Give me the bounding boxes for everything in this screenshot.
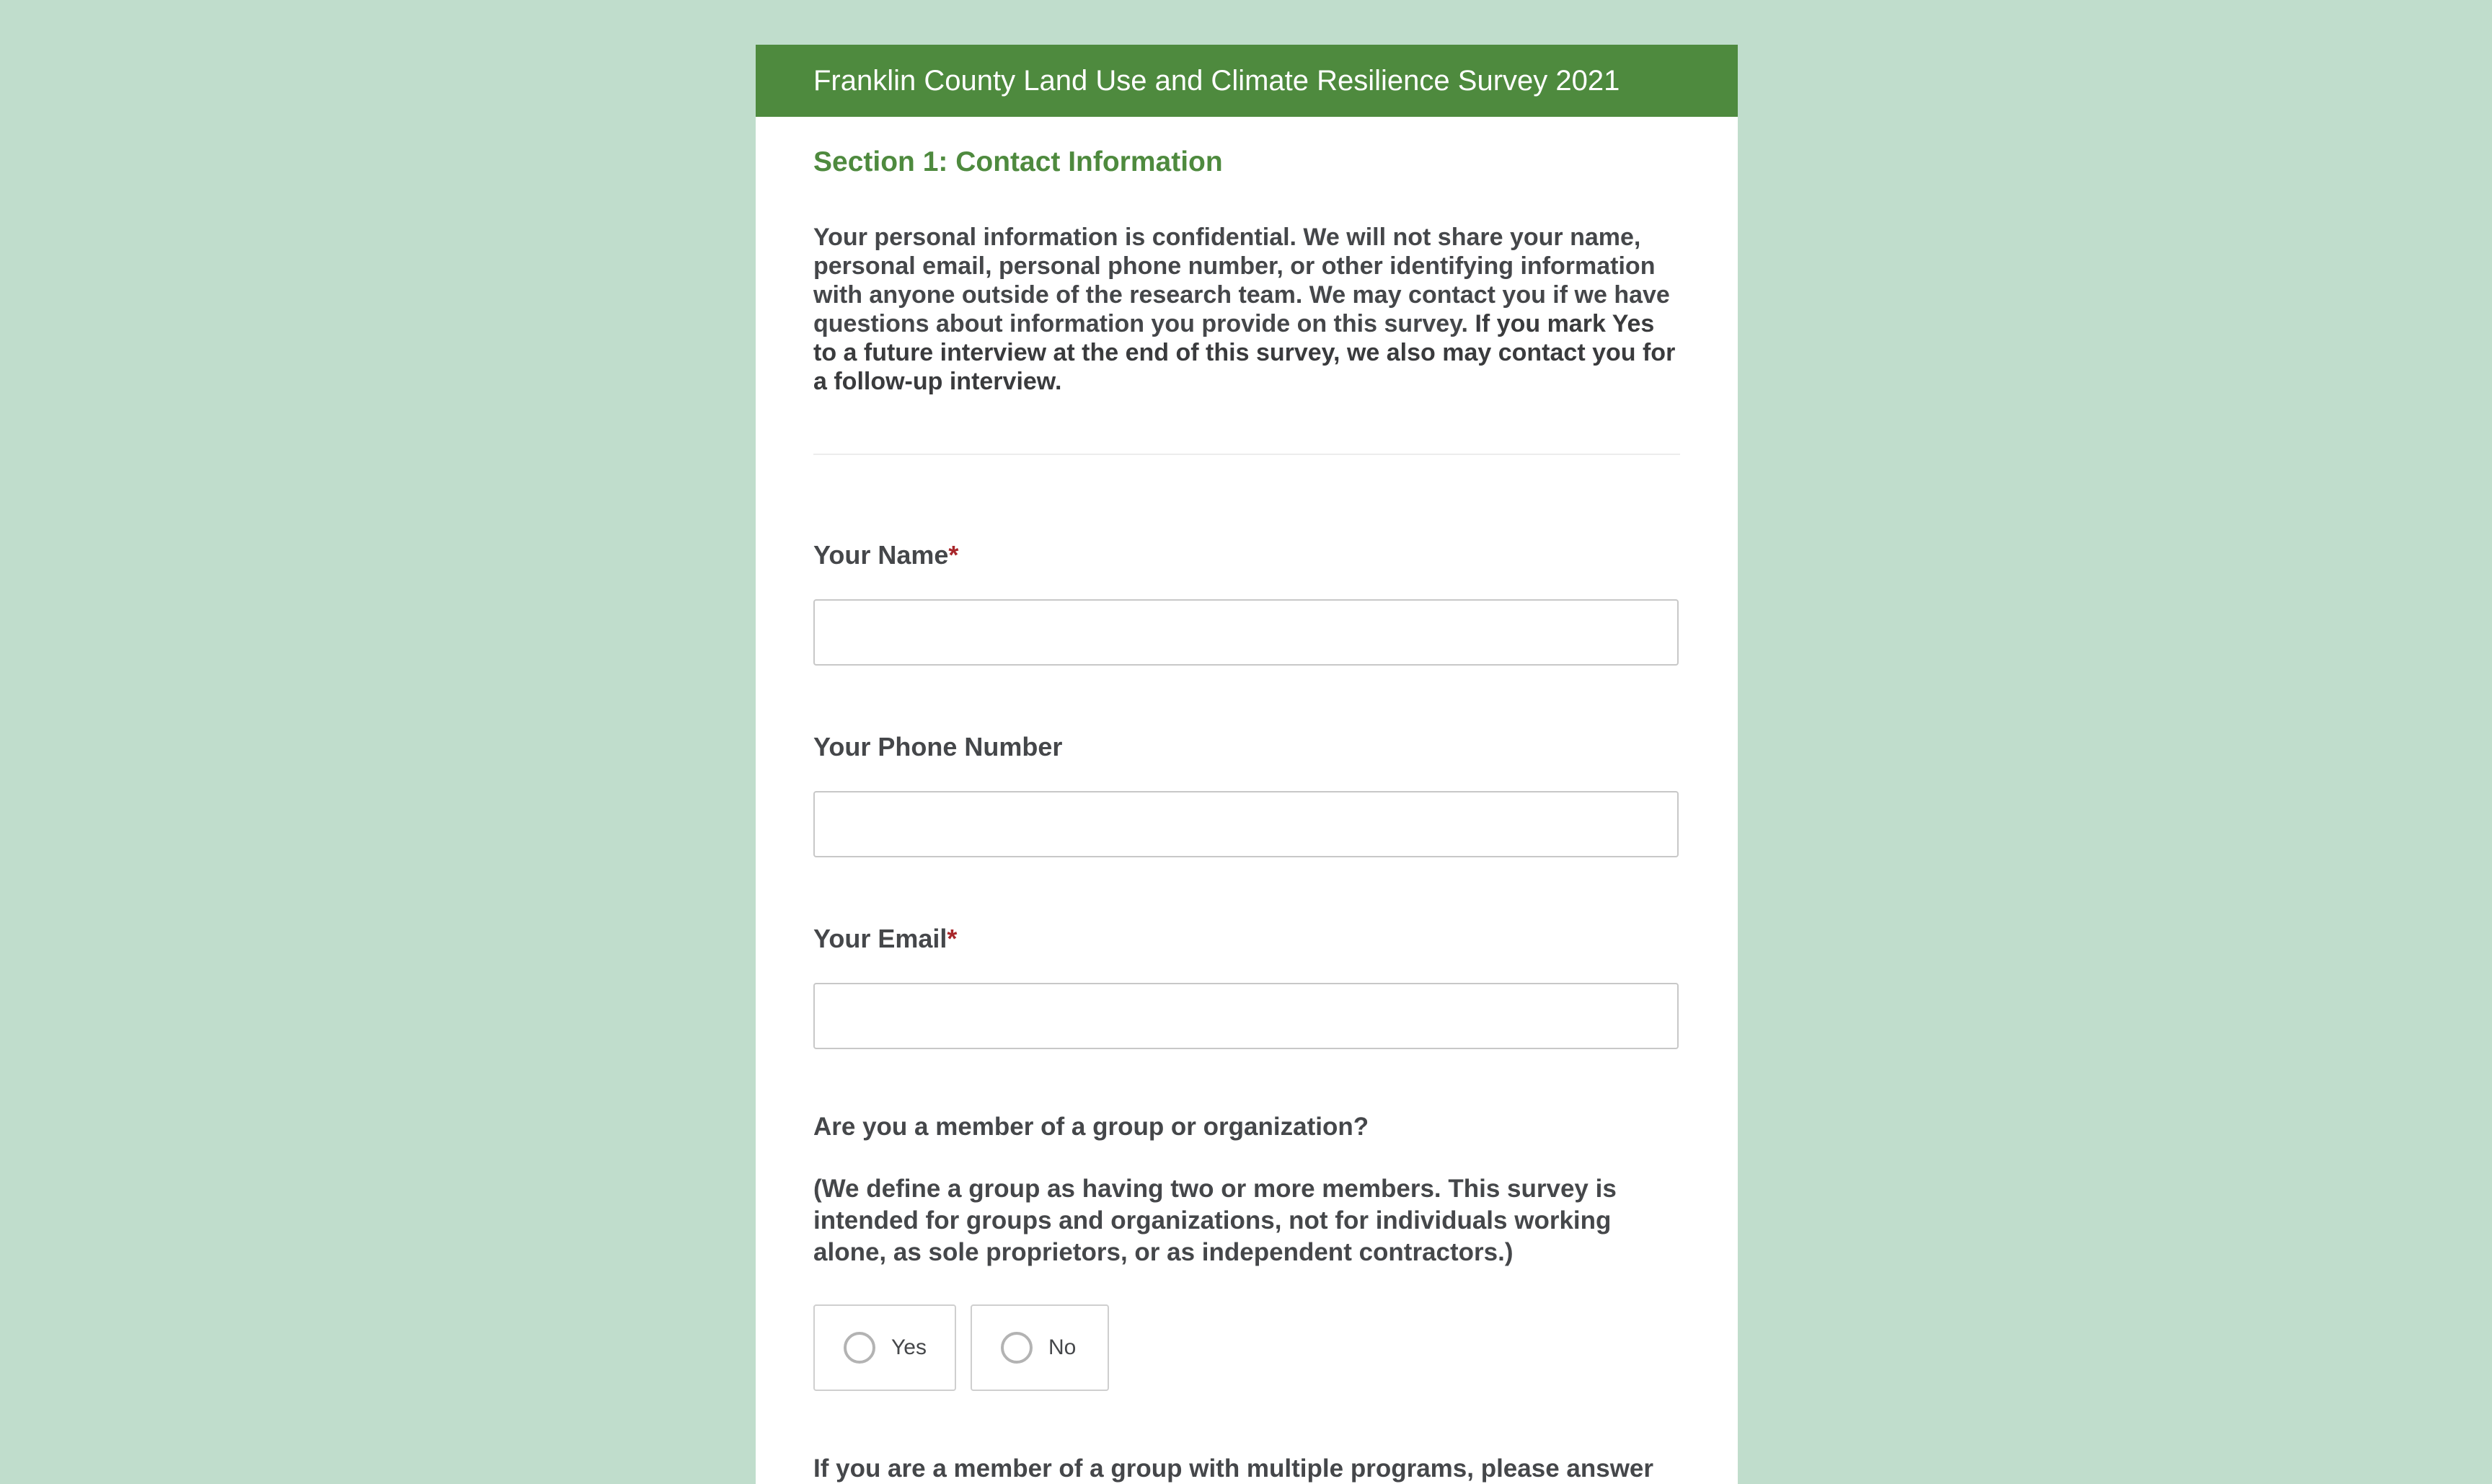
required-marker: * xyxy=(948,539,959,570)
email-input[interactable] xyxy=(813,982,1679,1049)
radio-option-yes[interactable]: Yes xyxy=(813,1304,956,1391)
group-question-note: (We define a group as having two or more… xyxy=(813,1174,1617,1266)
phone-label: Your Phone Number xyxy=(813,731,1063,761)
intro-paragraph: Your personal information is confidentia… xyxy=(813,223,1680,396)
name-label: Your Name* xyxy=(813,540,1680,570)
required-marker: * xyxy=(947,923,958,953)
radio-label-yes: Yes xyxy=(891,1335,927,1359)
survey-form: Franklin County Land Use and Climate Res… xyxy=(756,45,1738,1484)
radio-label-no: No xyxy=(1048,1335,1077,1359)
survey-title: Franklin County Land Use and Climate Res… xyxy=(813,64,1620,97)
name-label-text: Your Name xyxy=(813,539,949,570)
survey-header: Franklin County Land Use and Climate Res… xyxy=(756,45,1738,117)
email-label-text: Your Email xyxy=(813,923,947,953)
group-radio-group: Yes No xyxy=(813,1304,1680,1391)
phone-input[interactable] xyxy=(813,790,1679,857)
group-question-label: Are you a member of a group or organizat… xyxy=(813,1112,1369,1141)
next-question-label: If you are a member of a group with mult… xyxy=(813,1454,1654,1483)
radio-circle-icon[interactable] xyxy=(1001,1331,1033,1364)
name-input[interactable] xyxy=(813,599,1679,666)
section-title: Section 1: Contact Information xyxy=(813,146,1223,177)
form-content: Section 1: Contact Information Your pers… xyxy=(756,146,1738,1484)
radio-circle-icon[interactable] xyxy=(844,1331,875,1364)
email-label: Your Email* xyxy=(813,924,1680,954)
section-divider xyxy=(813,453,1680,455)
radio-option-no[interactable]: No xyxy=(971,1304,1109,1391)
